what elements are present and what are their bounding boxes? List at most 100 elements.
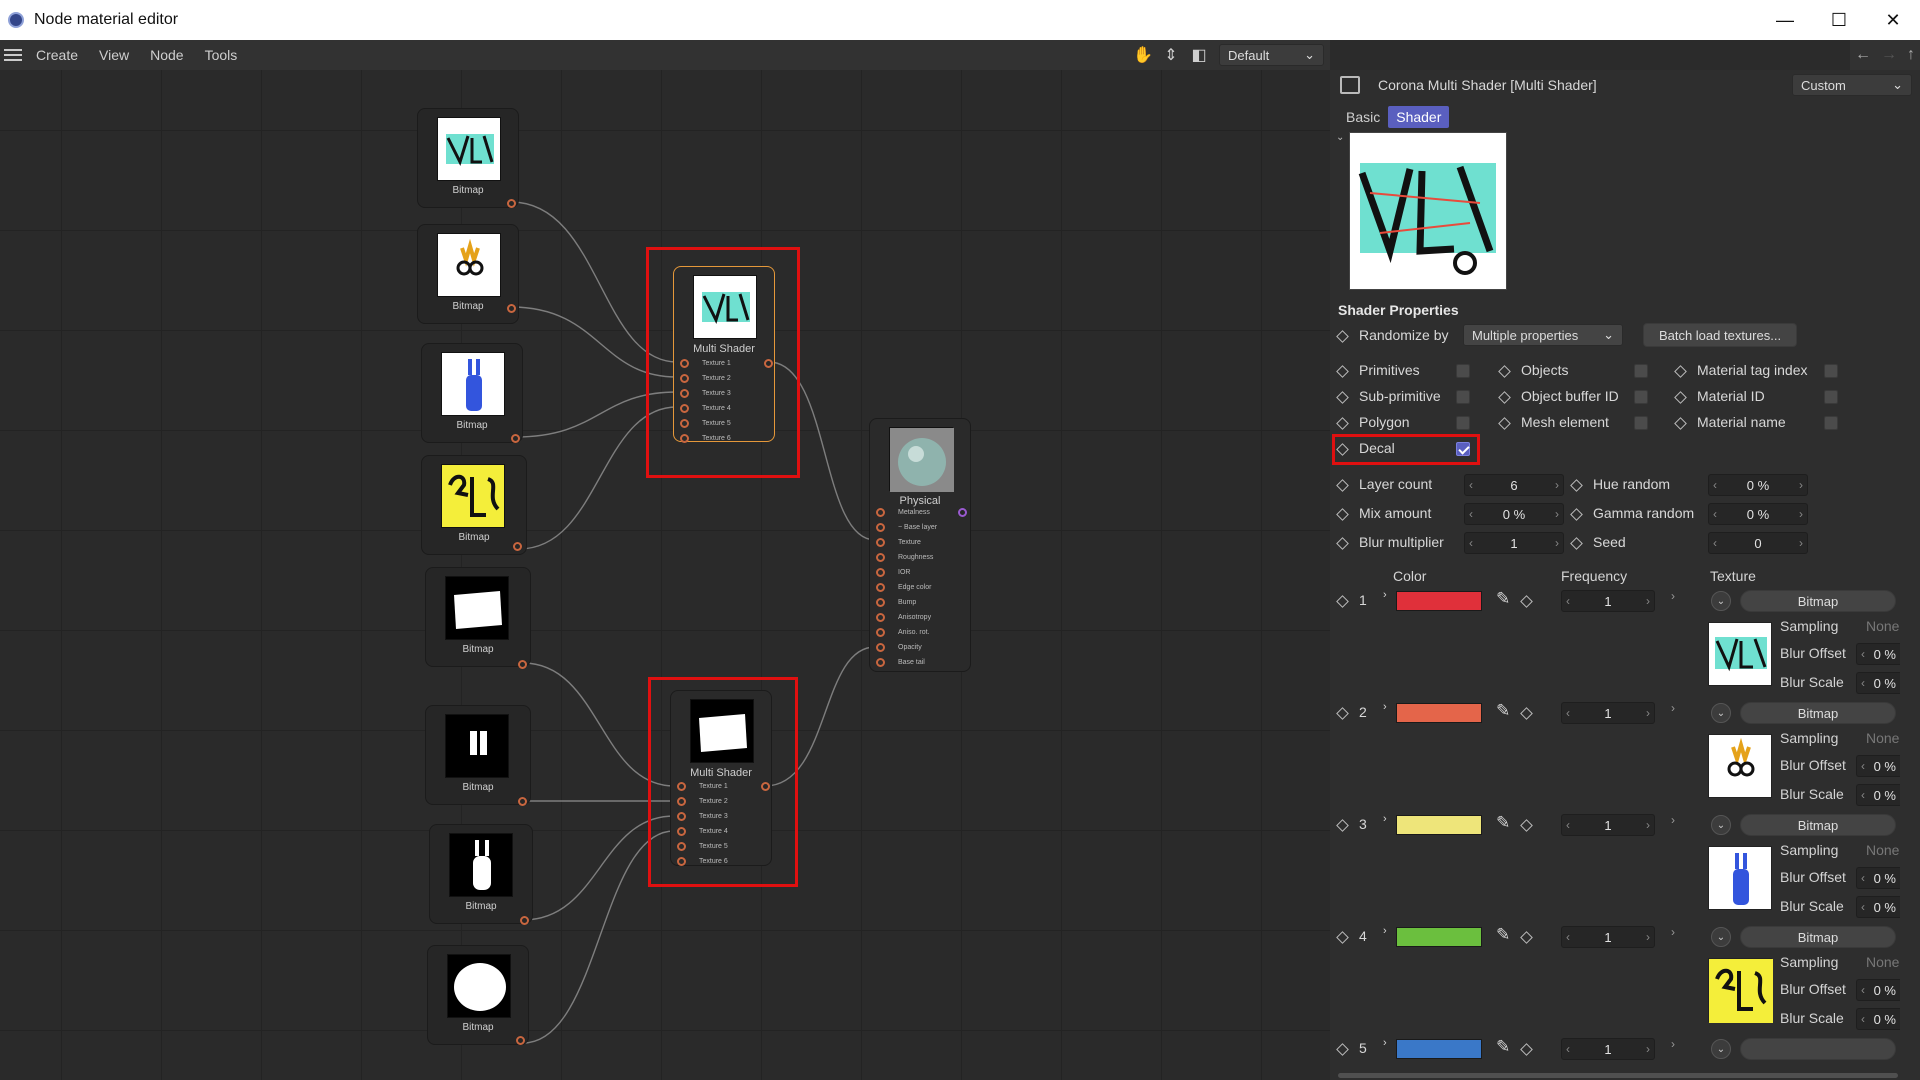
- increment-icon[interactable]: ›: [1799, 478, 1803, 492]
- bitmap-node[interactable]: Bitmap: [421, 455, 527, 555]
- objects-checkbox[interactable]: [1634, 364, 1648, 378]
- eyedropper-icon[interactable]: ✎: [1496, 1037, 1510, 1057]
- keyframe-diamond-icon[interactable]: [1336, 594, 1349, 608]
- texture-menu-button[interactable]: ⌄: [1711, 1039, 1731, 1059]
- texture-slot-button[interactable]: Bitmap: [1740, 590, 1896, 612]
- up-arrow-icon[interactable]: ↑: [1907, 46, 1915, 64]
- sampling-value[interactable]: None: [1866, 730, 1899, 746]
- bitmap-node[interactable]: Bitmap: [429, 824, 533, 925]
- expand-chevron-icon[interactable]: ›: [1383, 813, 1387, 825]
- keyframe-diamond-icon[interactable]: [1674, 390, 1687, 404]
- increment-icon[interactable]: ›: [1646, 818, 1650, 832]
- layer-color-swatch[interactable]: [1396, 927, 1482, 947]
- decrement-icon[interactable]: ‹: [1713, 478, 1717, 492]
- frequency-field[interactable]: ‹ 1 ›: [1561, 926, 1655, 948]
- decrement-icon[interactable]: ‹: [1861, 759, 1865, 773]
- object-buffer-checkbox[interactable]: [1634, 390, 1648, 404]
- material-name-checkbox[interactable]: [1824, 416, 1838, 430]
- output-port[interactable]: [518, 797, 527, 806]
- close-button[interactable]: ✕: [1866, 0, 1920, 40]
- layout-dropdown[interactable]: Default ⌄: [1219, 44, 1324, 66]
- decrement-icon[interactable]: ‹: [1566, 1042, 1570, 1056]
- collapse-chevron-icon[interactable]: ⌄: [1336, 132, 1344, 143]
- input-port[interactable]: Base tail: [870, 655, 970, 670]
- keyframe-diamond-icon[interactable]: [1336, 818, 1349, 832]
- sampling-value[interactable]: None: [1866, 954, 1899, 970]
- texture-slot-button[interactable]: Bitmap: [1740, 702, 1896, 724]
- output-port[interactable]: [507, 304, 516, 313]
- texture-slot-button[interactable]: Bitmap: [1740, 814, 1896, 836]
- output-port[interactable]: [516, 1036, 525, 1045]
- bitmap-node[interactable]: Bitmap: [425, 567, 531, 669]
- keyframe-diamond-icon[interactable]: [1498, 364, 1511, 378]
- minimize-button[interactable]: —: [1758, 0, 1812, 40]
- texture-menu-button[interactable]: ⌄: [1711, 927, 1731, 947]
- decrement-icon[interactable]: ‹: [1469, 478, 1473, 492]
- input-port[interactable]: Metalness: [870, 505, 970, 520]
- blur-scale-field[interactable]: ‹ 0 %: [1856, 1008, 1900, 1030]
- tab-shader[interactable]: Shader: [1388, 106, 1450, 128]
- keyframe-diamond-icon[interactable]: [1498, 416, 1511, 430]
- decrement-icon[interactable]: ‹: [1861, 647, 1865, 661]
- frequency-field[interactable]: ‹ 1 ›: [1561, 814, 1655, 836]
- keyframe-diamond-icon[interactable]: [1520, 1042, 1533, 1056]
- expand-chevron-icon[interactable]: ›: [1383, 925, 1387, 937]
- expand-chevron-icon[interactable]: ›: [1671, 1037, 1675, 1051]
- sub-primitive-checkbox[interactable]: [1456, 390, 1470, 404]
- eyedropper-icon[interactable]: ✎: [1496, 925, 1510, 945]
- keyframe-diamond-icon[interactable]: [1674, 364, 1687, 378]
- sampling-value[interactable]: None: [1866, 842, 1899, 858]
- output-port[interactable]: [507, 199, 516, 208]
- physical-material-node[interactable]: Physical Metalness − Base layer Texture …: [869, 418, 971, 672]
- mesh-element-checkbox[interactable]: [1634, 416, 1648, 430]
- polygon-checkbox[interactable]: [1456, 416, 1470, 430]
- keyframe-diamond-icon[interactable]: [1336, 390, 1349, 404]
- texture-menu-button[interactable]: ⌄: [1711, 703, 1731, 723]
- material-id-checkbox[interactable]: [1824, 390, 1838, 404]
- blur-scale-field[interactable]: ‹ 0 %: [1856, 784, 1900, 806]
- layer-color-swatch[interactable]: [1396, 1039, 1482, 1059]
- decrement-icon[interactable]: ‹: [1861, 676, 1865, 690]
- expand-chevron-icon[interactable]: ›: [1671, 589, 1675, 603]
- layer-count-field[interactable]: ‹ 6 ›: [1464, 474, 1564, 496]
- tab-basic[interactable]: Basic: [1338, 106, 1388, 128]
- input-port[interactable]: Bump: [870, 595, 970, 610]
- keyframe-diamond-icon[interactable]: [1336, 536, 1349, 550]
- input-port[interactable]: Aniso. rot.: [870, 625, 970, 640]
- decrement-icon[interactable]: ‹: [1861, 900, 1865, 914]
- output-port[interactable]: [511, 434, 520, 443]
- decrement-icon[interactable]: ‹: [1861, 788, 1865, 802]
- material-tag-checkbox[interactable]: [1824, 364, 1838, 378]
- increment-icon[interactable]: ›: [1646, 706, 1650, 720]
- keyframe-diamond-icon[interactable]: [1336, 1042, 1349, 1056]
- maximize-button[interactable]: ☐: [1812, 0, 1866, 40]
- output-port[interactable]: [518, 660, 527, 669]
- eyedropper-icon[interactable]: ✎: [1496, 813, 1510, 833]
- hue-random-field[interactable]: ‹ 0 % ›: [1708, 474, 1808, 496]
- frequency-field[interactable]: ‹ 1 ›: [1561, 590, 1655, 612]
- blur-scale-field[interactable]: ‹ 0 %: [1856, 672, 1900, 694]
- menu-create[interactable]: Create: [36, 47, 78, 63]
- input-port[interactable]: IOR: [870, 565, 970, 580]
- texture-slot-button[interactable]: [1740, 1038, 1896, 1060]
- increment-icon[interactable]: ›: [1799, 507, 1803, 521]
- decrement-icon[interactable]: ‹: [1713, 507, 1717, 521]
- menu-view[interactable]: View: [99, 47, 129, 63]
- blur-multiplier-field[interactable]: ‹ 1 ›: [1464, 532, 1564, 554]
- keyframe-diamond-icon[interactable]: [1520, 706, 1533, 720]
- keyframe-diamond-icon[interactable]: [1336, 364, 1349, 378]
- keyframe-diamond-icon[interactable]: [1570, 536, 1583, 550]
- expand-chevron-icon[interactable]: ›: [1383, 589, 1387, 601]
- increment-icon[interactable]: ›: [1555, 536, 1559, 550]
- expand-chevron-icon[interactable]: ›: [1671, 925, 1675, 939]
- sampling-value[interactable]: None: [1866, 618, 1899, 634]
- bitmap-node[interactable]: Bitmap: [417, 108, 519, 208]
- keyframe-diamond-icon[interactable]: [1336, 416, 1349, 430]
- menu-node[interactable]: Node: [150, 47, 183, 63]
- layer-color-swatch[interactable]: [1396, 591, 1482, 611]
- batch-load-button[interactable]: Batch load textures...: [1643, 323, 1797, 347]
- gamma-random-field[interactable]: ‹ 0 % ›: [1708, 503, 1808, 525]
- increment-icon[interactable]: ›: [1646, 930, 1650, 944]
- blur-offset-field[interactable]: ‹ 0 %: [1856, 643, 1900, 665]
- expand-chevron-icon[interactable]: ›: [1671, 701, 1675, 715]
